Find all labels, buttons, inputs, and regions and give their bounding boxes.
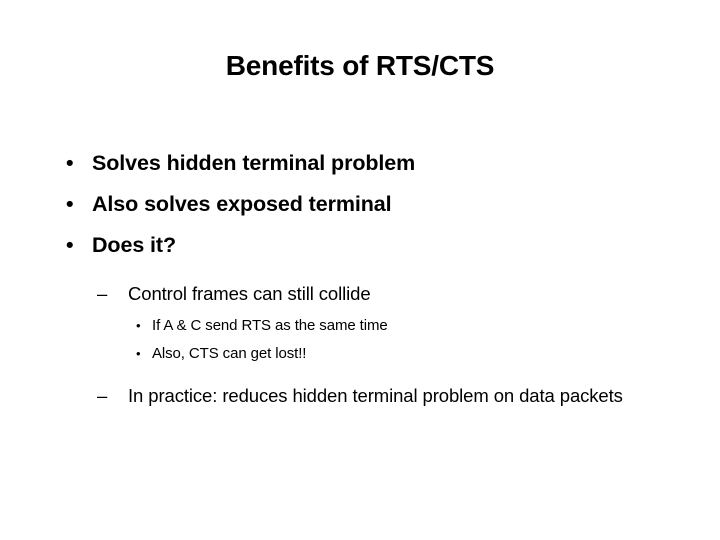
dash-marker-icon: – [97,283,108,304]
bullet-marker-icon: • [136,318,141,333]
list-item: • Does it? [0,225,720,266]
bullet-marker-icon: • [66,192,74,216]
list-item-label: Solves hidden terminal problem [92,151,416,175]
list-item-label: Also, CTS can get lost!! [152,345,307,362]
list-item: • Also solves exposed terminal [0,184,720,225]
list-item: • Also, CTS can get lost!! [0,340,720,368]
list-item-label: Control frames can still collide [128,283,371,304]
list-item: – Control frames can still collide [0,279,720,308]
page-title: Benefits of RTS/CTS [225,50,495,81]
slide: Benefits of RTS/CTS • Solves hidden term… [0,0,720,540]
list-item-label: In practice: reduces hidden terminal pro… [128,385,623,406]
slide-body: • Solves hidden terminal problem • Also … [0,143,720,410]
bullet-marker-icon: • [66,233,74,257]
list-item-label: If A & C send RTS as the same time [152,317,388,334]
bullet-marker-icon: • [136,346,141,361]
list-item: • If A & C send RTS as the same time [0,312,720,340]
list-item: – In practice: reduces hidden terminal p… [0,381,720,410]
list-item: • Solves hidden terminal problem [0,143,720,184]
list-item-label: Also solves exposed terminal [92,192,392,216]
dash-marker-icon: – [97,385,108,406]
list-item-label: Does it? [92,233,177,257]
bullet-marker-icon: • [66,151,74,175]
